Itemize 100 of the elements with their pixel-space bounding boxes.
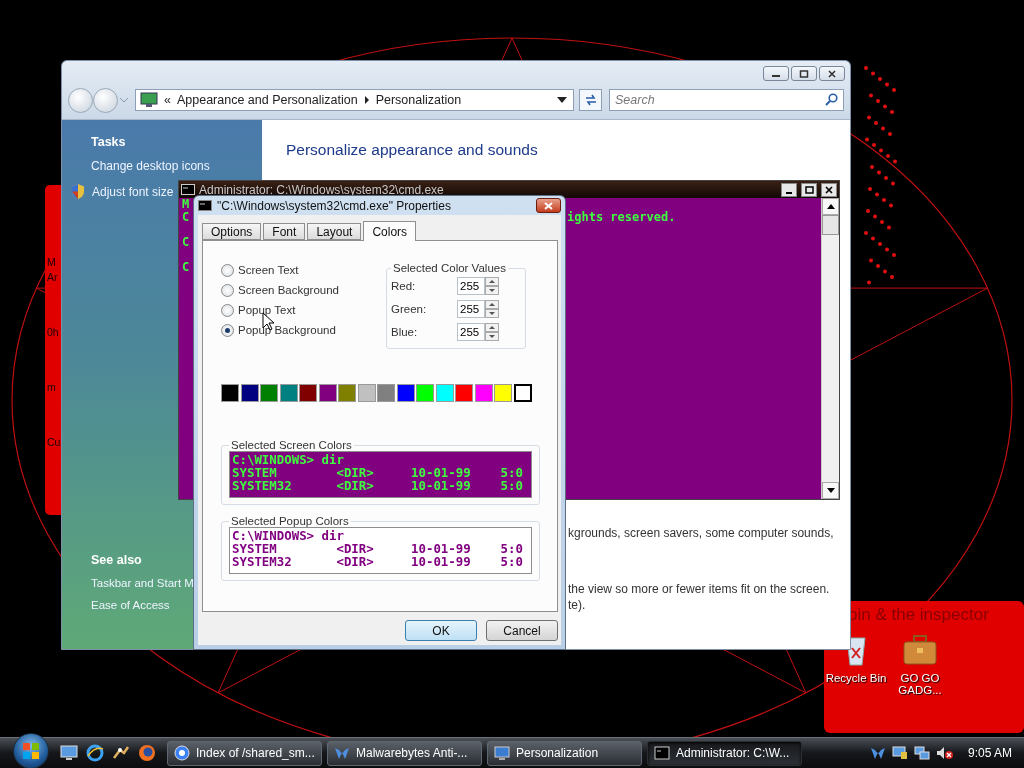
tab[interactable]: Options xyxy=(202,223,262,240)
tab[interactable]: Colors xyxy=(363,221,417,241)
up-arrow-icon[interactable] xyxy=(826,204,835,209)
shield-icon xyxy=(334,745,350,761)
close-icon xyxy=(827,69,837,78)
color-swatch[interactable] xyxy=(455,384,473,402)
group-title: Selected Screen Colors xyxy=(230,439,353,451)
console-text: C xyxy=(182,234,190,249)
radio-button[interactable] xyxy=(221,263,234,277)
clock[interactable]: 9:05 AM xyxy=(967,746,1012,760)
preview-text: SYSTEM32 <DIR> 10-01-99 5:0 xyxy=(232,555,524,568)
minimize-button[interactable] xyxy=(781,182,797,197)
task-link[interactable]: Adjust font size xyxy=(92,184,174,199)
task-link[interactable]: Change desktop icons xyxy=(91,159,262,173)
maximize-button[interactable] xyxy=(791,66,817,81)
monitor-icon[interactable] xyxy=(891,746,908,760)
console-icon xyxy=(198,200,212,211)
preview-text: C:\WINDOWS> dir xyxy=(232,453,345,466)
arrows-icon xyxy=(583,94,598,106)
desktop-icon xyxy=(60,745,78,761)
color-swatch[interactable] xyxy=(377,384,395,402)
dialog-title: "C:\Windows\system32\cmd.exe" Properties xyxy=(217,198,452,213)
flag-icon xyxy=(22,742,40,760)
console-text: ights reserved. xyxy=(567,210,676,223)
address-bar[interactable]: « Appearance and Personalization Personalization xyxy=(135,89,574,111)
close-button[interactable] xyxy=(821,182,837,197)
maximize-icon xyxy=(799,69,809,78)
desktop-icon-label[interactable]: Recycle Bin xyxy=(825,672,887,684)
globe-icon xyxy=(86,744,104,762)
muted-speaker-icon[interactable] xyxy=(935,746,954,760)
color-swatch[interactable] xyxy=(240,384,259,402)
briefcase-icon xyxy=(902,634,938,666)
tab[interactable]: Layout xyxy=(307,223,362,240)
network-icon[interactable] xyxy=(913,746,930,760)
search-icon[interactable] xyxy=(825,93,838,106)
close-icon xyxy=(825,185,833,194)
radio-label[interactable]: Screen Background xyxy=(238,284,339,296)
taskbar-button[interactable]: Malwarebytes Anti-... xyxy=(327,740,482,766)
radio-button[interactable] xyxy=(221,303,234,317)
console-text: C xyxy=(182,259,190,274)
spinner-icon[interactable] xyxy=(485,300,499,318)
tab[interactable]: Font xyxy=(263,223,306,240)
color-swatch[interactable] xyxy=(299,384,317,402)
radio-button[interactable] xyxy=(221,323,234,337)
color-swatch[interactable] xyxy=(357,384,376,402)
color-swatch[interactable] xyxy=(396,384,415,402)
color-swatch[interactable] xyxy=(221,384,239,402)
shield-icon[interactable] xyxy=(869,746,886,760)
close-icon xyxy=(544,201,553,210)
radio-button[interactable] xyxy=(221,283,234,297)
color-swatch[interactable] xyxy=(416,384,434,402)
breadcrumb-item[interactable]: Personalization xyxy=(375,93,462,107)
color-swatch[interactable] xyxy=(338,384,356,402)
scroll-thumb[interactable] xyxy=(822,215,839,235)
breadcrumb-item[interactable]: Appearance and Personalization xyxy=(176,93,358,107)
taskbar-button[interactable]: Administrator: C:\W... xyxy=(647,740,802,766)
number-field[interactable]: 255 xyxy=(457,323,485,341)
gadget-text: 0h xyxy=(47,325,59,340)
console-icon xyxy=(654,745,670,761)
ok-button[interactable]: OK xyxy=(405,620,477,641)
color-swatch[interactable] xyxy=(318,384,337,402)
group-title: Selected Color Values xyxy=(392,262,507,274)
taskbar-button[interactable]: Personalization xyxy=(487,740,642,766)
close-button[interactable] xyxy=(536,198,561,213)
number-field[interactable]: 255 xyxy=(457,277,485,295)
gadget-text: M xyxy=(47,255,56,270)
spinner-icon[interactable] xyxy=(485,323,499,341)
color-swatch[interactable] xyxy=(260,384,278,402)
minimize-button[interactable] xyxy=(763,66,789,81)
breadcrumb-overflow[interactable]: « xyxy=(164,93,171,107)
color-swatch[interactable] xyxy=(513,384,532,402)
color-swatch[interactable] xyxy=(435,384,454,402)
number-field[interactable]: 255 xyxy=(457,300,485,318)
desktop-icon-label[interactable]: GO GO GADG... xyxy=(889,672,951,696)
maximize-icon xyxy=(804,185,814,194)
close-button[interactable] xyxy=(819,66,845,81)
taskbar-button[interactable]: Index of /shared_sm... xyxy=(167,740,322,766)
color-swatch[interactable] xyxy=(494,384,512,402)
color-swatch[interactable] xyxy=(279,384,298,402)
scrollbar[interactable] xyxy=(821,198,839,499)
color-swatch[interactable] xyxy=(474,384,493,402)
spinner-icon[interactable] xyxy=(485,277,499,295)
console-text: M xyxy=(182,197,190,211)
group-title: Selected Popup Colors xyxy=(230,515,350,527)
cancel-button[interactable]: Cancel xyxy=(486,620,558,641)
refresh-button[interactable] xyxy=(579,89,602,111)
radio-label[interactable]: Popup Background xyxy=(238,324,336,336)
maximize-button[interactable] xyxy=(801,182,817,197)
console-icon xyxy=(181,184,195,195)
start-button[interactable] xyxy=(13,733,49,768)
radio-label[interactable]: Screen Text xyxy=(238,264,299,276)
field-label: Red: xyxy=(391,280,417,292)
chevron-icon[interactable] xyxy=(363,96,370,104)
preview-text: SYSTEM32 <DIR> 10-01-99 5:0 xyxy=(232,479,524,492)
dropdown-icon[interactable] xyxy=(557,97,567,103)
radio-label[interactable]: Popup Text xyxy=(238,304,296,316)
field-label: Blue: xyxy=(391,326,419,338)
down-arrow-icon[interactable] xyxy=(826,488,835,493)
search-field[interactable]: Search xyxy=(609,89,844,111)
section-heading: See also xyxy=(91,553,142,567)
